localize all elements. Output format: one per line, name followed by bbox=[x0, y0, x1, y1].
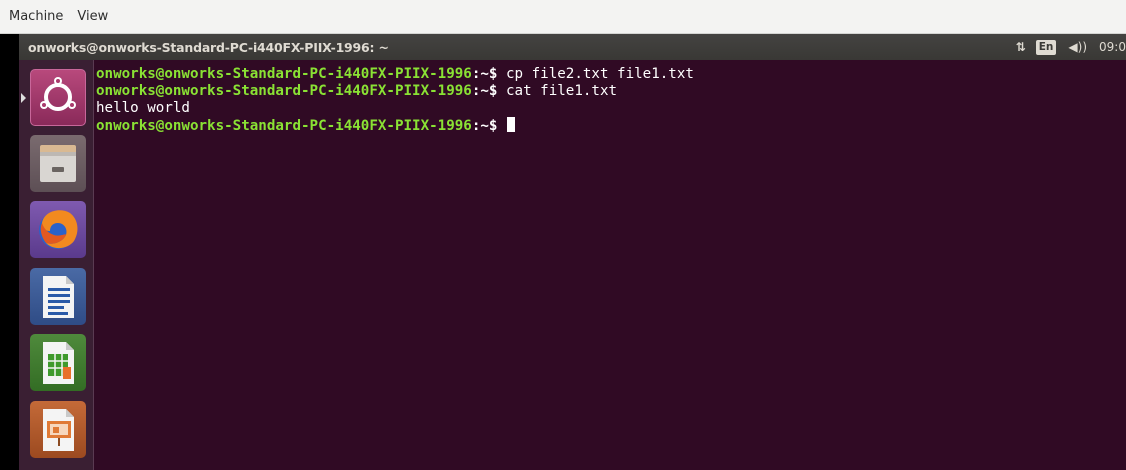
clock[interactable]: 09:0 bbox=[1099, 40, 1126, 54]
terminal-line: onworks@onworks-Standard-PC-i440FX-PIIX-… bbox=[96, 83, 617, 100]
ubuntu-logo-icon bbox=[40, 77, 76, 111]
presentation-icon bbox=[43, 409, 74, 451]
terminal-prompt: onworks@onworks-Standard-PC-i440FX-PIIX-… bbox=[96, 83, 472, 99]
ubuntu-dash-icon[interactable] bbox=[21, 69, 86, 126]
terminal-prompt: onworks@onworks-Standard-PC-i440FX-PIIX-… bbox=[96, 118, 472, 134]
menu-view[interactable]: View bbox=[70, 9, 115, 24]
window-title: onworks@onworks-Standard-PC-i440FX-PIIX-… bbox=[28, 39, 389, 55]
volume-icon[interactable]: ◀)) bbox=[1068, 40, 1087, 54]
spreadsheet-icon bbox=[43, 342, 74, 384]
terminal-path: :~$ bbox=[471, 118, 507, 134]
active-indicator bbox=[21, 93, 26, 103]
files-icon[interactable] bbox=[30, 135, 86, 192]
menu-machine[interactable]: Machine bbox=[0, 9, 70, 24]
file-cabinet-icon bbox=[40, 145, 76, 182]
terminal-path: :~$ bbox=[471, 83, 507, 99]
host-border bbox=[0, 34, 19, 470]
terminal-command: cat file1.txt bbox=[506, 83, 618, 99]
terminal-output: hello world bbox=[96, 100, 190, 116]
launcher bbox=[19, 60, 94, 470]
terminal-command: cp file2.txt file1.txt bbox=[506, 66, 694, 82]
libreoffice-writer-icon[interactable] bbox=[30, 268, 86, 325]
terminal-cursor bbox=[507, 117, 516, 132]
document-icon bbox=[43, 276, 74, 318]
terminal-line: onworks@onworks-Standard-PC-i440FX-PIIX-… bbox=[96, 66, 694, 83]
network-icon[interactable]: ⇅ bbox=[1016, 40, 1026, 54]
terminal-line: onworks@onworks-Standard-PC-i440FX-PIIX-… bbox=[96, 117, 516, 135]
vm-menubar: Machine View bbox=[0, 0, 1126, 34]
system-tray: ⇅ En ◀)) 09:0 bbox=[1016, 34, 1126, 60]
terminal-prompt: onworks@onworks-Standard-PC-i440FX-PIIX-… bbox=[96, 66, 472, 82]
libreoffice-calc-icon[interactable] bbox=[30, 334, 86, 391]
firefox-logo-icon bbox=[39, 210, 78, 249]
terminal-output-line: hello world bbox=[96, 100, 190, 117]
top-panel: onworks@onworks-Standard-PC-i440FX-PIIX-… bbox=[19, 34, 1126, 60]
terminal-window[interactable]: onworks@onworks-Standard-PC-i440FX-PIIX-… bbox=[94, 60, 1126, 470]
keyboard-layout-indicator[interactable]: En bbox=[1035, 39, 1057, 55]
screen: Machine View onworks@onworks-Standard-PC… bbox=[0, 0, 1126, 470]
firefox-icon[interactable] bbox=[30, 201, 86, 258]
libreoffice-impress-icon[interactable] bbox=[30, 401, 86, 458]
terminal-path: :~$ bbox=[471, 66, 507, 82]
